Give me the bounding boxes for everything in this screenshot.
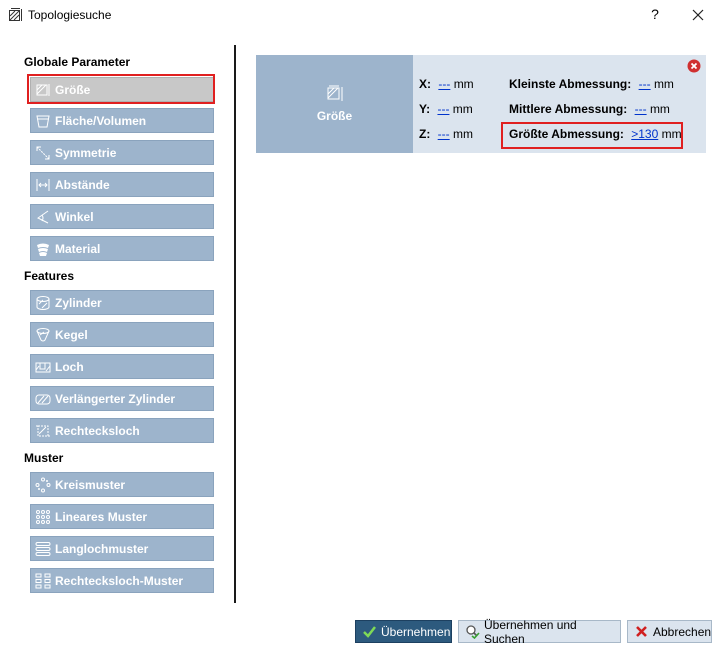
material-icon: [37, 243, 49, 256]
nav-size-button[interactable]: Größe: [30, 77, 214, 102]
x-label: X:: [419, 77, 431, 91]
section-patterns: Muster: [24, 451, 64, 465]
nav-rectangular-hole-button[interactable]: Rechtecksloch: [30, 418, 214, 443]
nav-extended-cylinder-button[interactable]: Verlängerter Zylinder: [30, 386, 214, 411]
window-title: Topologiesuche: [28, 8, 112, 22]
section-global-parameters: Globale Parameter: [24, 55, 131, 69]
search-apply-icon: [466, 625, 480, 639]
nav-hole-button[interactable]: Loch: [30, 354, 214, 379]
nav-linear-pattern-label: Lineares Muster: [55, 509, 148, 524]
size-parameter-panel: Größe X: --- mm Y: --- mm Z: --- mm Klei…: [256, 55, 706, 153]
size-icon: [327, 85, 342, 101]
nav-rectangular-hole-label: Rechtecksloch: [55, 423, 140, 438]
max-dimension-unit: mm: [661, 127, 682, 141]
nav-slot-pattern-button[interactable]: Langlochmuster: [30, 536, 214, 561]
nav-rectangular-hole-pattern-button[interactable]: Rechtecksloch-Muster: [30, 568, 214, 593]
z-row: Z: --- mm: [419, 127, 473, 141]
mid-dimension-row: Mittlere Abmessung: --- mm: [509, 102, 670, 116]
help-button[interactable]: ?: [645, 6, 665, 22]
z-value-link[interactable]: ---: [438, 127, 450, 141]
x-unit: mm: [453, 77, 474, 91]
apply-and-search-button[interactable]: Übernehmen und Suchen: [458, 617, 621, 646]
nav-area-volume-button[interactable]: Fläche/Volumen: [30, 108, 214, 133]
y-unit: mm: [452, 102, 473, 116]
nav-material-label: Material: [55, 241, 101, 256]
cancel-button[interactable]: Abbrechen: [627, 620, 712, 643]
hole-icon: [35, 362, 51, 372]
cancel-icon: [636, 626, 647, 637]
angle-icon: [37, 210, 49, 223]
apply-and-search-label: Übernehmen und Suchen: [484, 617, 577, 646]
nav-area-volume-label: Fläche/Volumen: [55, 113, 147, 128]
nav-cone-label: Kegel: [55, 327, 88, 342]
min-dimension-link[interactable]: ---: [639, 77, 651, 91]
nav-circular-pattern-label: Kreismuster: [55, 477, 126, 492]
nav-angle-button[interactable]: Winkel: [30, 204, 214, 229]
max-dimension-label: Größte Abmessung:: [509, 127, 624, 141]
y-label: Y:: [419, 102, 431, 116]
nav-symmetry-button[interactable]: Symmetrie: [30, 140, 214, 165]
min-dimension-row: Kleinste Abmessung: --- mm: [509, 77, 674, 91]
slot-pattern-icon: [35, 541, 51, 556]
circular-pattern-icon: [35, 477, 51, 492]
apply-label: Übernehmen: [381, 624, 451, 639]
section-features: Features: [24, 269, 75, 283]
z-unit: mm: [453, 127, 474, 141]
min-dimension-unit: mm: [653, 77, 674, 91]
symmetry-icon: [36, 146, 50, 159]
x-value-link[interactable]: ---: [438, 77, 450, 91]
nav-cone-button[interactable]: Kegel: [30, 322, 214, 347]
panel-title: Größe: [316, 109, 353, 123]
cone-icon: [36, 327, 50, 341]
nav-symmetry-label: Symmetrie: [55, 145, 117, 160]
nav-cylinder-label: Zylinder: [55, 295, 102, 310]
min-dimension-label: Kleinste Abmessung:: [509, 77, 632, 91]
apply-button[interactable]: Übernehmen: [355, 620, 452, 643]
linear-pattern-icon: [36, 509, 50, 524]
max-dimension-row: Größte Abmessung: >130 mm: [509, 127, 682, 141]
nav-rectangular-hole-pattern-label: Rechtecksloch-Muster: [55, 573, 184, 588]
cylinder-icon: [36, 295, 50, 310]
max-dimension-link[interactable]: >130: [631, 127, 658, 141]
extended-cylinder-icon: [35, 394, 51, 404]
size-icon: [36, 83, 50, 96]
y-value-link[interactable]: ---: [437, 102, 449, 116]
nav-linear-pattern-button[interactable]: Lineares Muster: [30, 504, 214, 529]
title-bar: Topologiesuche ?: [0, 0, 720, 30]
remove-parameter-icon[interactable]: [687, 59, 701, 73]
nav-size-label: Größe: [55, 82, 91, 97]
nav-cylinder-button[interactable]: Zylinder: [30, 290, 214, 315]
y-row: Y: --- mm: [419, 102, 473, 116]
nav-distance-label: Abstände: [55, 177, 110, 192]
nav-distance-button[interactable]: Abstände: [30, 172, 214, 197]
mid-dimension-label: Mittlere Abmessung:: [509, 102, 628, 116]
distance-icon: [36, 178, 50, 191]
area-volume-icon: [36, 115, 50, 127]
cancel-label: Abbrechen: [653, 624, 712, 639]
checkmark-icon: [363, 626, 376, 638]
nav-circular-pattern-button[interactable]: Kreismuster: [30, 472, 214, 497]
vertical-divider: [234, 45, 236, 603]
rectangular-hole-pattern-icon: [35, 573, 51, 588]
x-row: X: --- mm: [419, 77, 474, 91]
panel-header: Größe: [256, 55, 413, 153]
mid-dimension-link[interactable]: ---: [635, 102, 647, 116]
mid-dimension-unit: mm: [649, 102, 670, 116]
nav-material-button[interactable]: Material: [30, 236, 214, 261]
close-icon[interactable]: [688, 5, 708, 25]
nav-extended-cylinder-label: Verlängerter Zylinder: [55, 391, 176, 406]
app-icon: [9, 8, 22, 21]
nav-angle-label: Winkel: [55, 209, 94, 224]
z-label: Z:: [419, 127, 431, 141]
rectangular-hole-icon: [36, 425, 50, 436]
nav-hole-label: Loch: [55, 359, 84, 374]
nav-slot-pattern-label: Langlochmuster: [55, 541, 149, 556]
